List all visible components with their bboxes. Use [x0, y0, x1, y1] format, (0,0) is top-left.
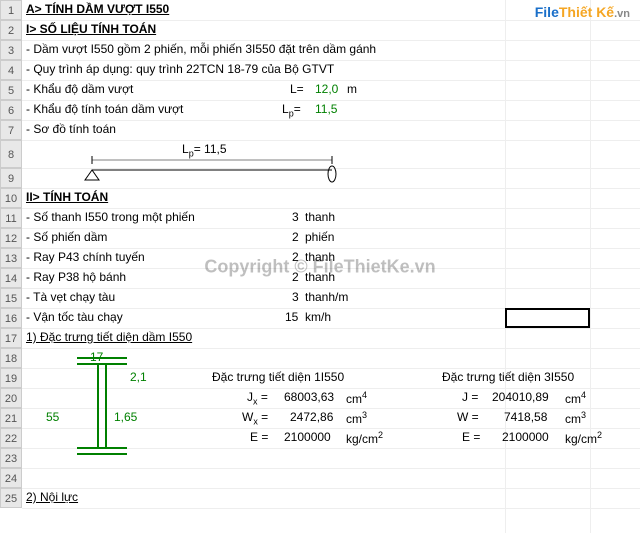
- row-header[interactable]: 15: [0, 288, 22, 308]
- section-i-title: I> SỐ LIỆU TÍNH TOÁN: [26, 22, 156, 36]
- row-header[interactable]: 13: [0, 248, 22, 268]
- section-a-title: A> TÍNH DẦM VƯỢT I550: [26, 2, 169, 16]
- row-header[interactable]: 21: [0, 408, 22, 428]
- unit: m: [347, 82, 357, 96]
- row-header[interactable]: 24: [0, 468, 22, 488]
- text-line: - Khẩu độ tính toán dầm vượt: [26, 102, 183, 116]
- text-line: - Tà vẹt chạy tàu: [26, 290, 115, 304]
- section-ii-title: II> TÍNH TOÁN: [26, 190, 108, 204]
- dim-value: 55: [46, 410, 59, 424]
- unit: kg/cm2: [565, 430, 602, 446]
- label: E =: [250, 430, 268, 444]
- row-header[interactable]: 7: [0, 120, 22, 140]
- unit: thanh/m: [305, 290, 348, 304]
- logo: FileThiết Kế.vn: [535, 4, 630, 20]
- row-header[interactable]: 8: [0, 140, 22, 168]
- row-header[interactable]: 11: [0, 208, 22, 228]
- dim-value: 17: [90, 350, 103, 364]
- text-line: - Số thanh I550 trong một phiến: [26, 210, 195, 224]
- unit: cm3: [346, 410, 367, 426]
- unit: km/h: [305, 310, 331, 324]
- row-header[interactable]: 3: [0, 40, 22, 60]
- label: Jx =: [247, 390, 268, 406]
- row-header[interactable]: 9: [0, 168, 22, 188]
- dim-value: 1,65: [114, 410, 137, 424]
- value: 2: [292, 230, 299, 244]
- row-header[interactable]: 25: [0, 488, 22, 508]
- row-header[interactable]: 17: [0, 328, 22, 348]
- value: 15: [285, 310, 298, 324]
- cell-area[interactable]: H I A> TÍNH DẦM VƯỢT I550 I> SỐ LIỆU TÍN…: [22, 0, 640, 533]
- text-line: - Ray P38 hộ bánh: [26, 270, 126, 284]
- subsection-title: 1) Đặc trưng tiết diện dầm I550: [26, 330, 192, 344]
- value: 2100000: [284, 430, 331, 444]
- unit: cm4: [346, 390, 367, 406]
- text-line: - Sơ đồ tính toán: [26, 122, 116, 136]
- selected-cell[interactable]: [505, 308, 590, 328]
- row-header[interactable]: 23: [0, 448, 22, 468]
- value: 11,5: [315, 102, 337, 116]
- label: J =: [462, 390, 478, 404]
- row-header[interactable]: 5: [0, 80, 22, 100]
- label: Đặc trưng tiết diện 1I550: [212, 370, 344, 384]
- row-header[interactable]: 4: [0, 60, 22, 80]
- row-header[interactable]: 14: [0, 268, 22, 288]
- row-header[interactable]: 6: [0, 100, 22, 120]
- value: 12,0: [315, 82, 338, 96]
- unit: thanh: [305, 250, 335, 264]
- text-line: - Dầm vượt I550 gồm 2 phiến, mỗi phiến 3…: [26, 42, 376, 56]
- value: 2472,86: [290, 410, 333, 424]
- value: 2100000: [502, 430, 549, 444]
- value: 3: [292, 290, 299, 304]
- subsection-title: 2) Nội lực: [26, 490, 78, 504]
- text-line: - Vận tốc tàu chạy: [26, 310, 123, 324]
- label: L=: [290, 82, 304, 96]
- row-header[interactable]: 1: [0, 0, 22, 20]
- text-line: - Ray P43 chính tuyến: [26, 250, 145, 264]
- dim-value: 2,1: [130, 370, 147, 384]
- label: Wx =: [242, 410, 268, 426]
- row-header[interactable]: 20: [0, 388, 22, 408]
- row-header[interactable]: 22: [0, 428, 22, 448]
- row-header[interactable]: 19: [0, 368, 22, 388]
- label: Đặc trưng tiết diện 3I550: [442, 370, 574, 384]
- value: 2: [292, 250, 299, 264]
- text-line: - Khẩu độ dầm vượt: [26, 82, 133, 96]
- ibeam-section: [62, 350, 142, 465]
- value: 204010,89: [492, 390, 549, 404]
- value: 3: [292, 210, 299, 224]
- unit: cm4: [565, 390, 586, 406]
- row-header[interactable]: 16: [0, 308, 22, 328]
- value: 2: [292, 270, 299, 284]
- value: 7418,58: [504, 410, 547, 424]
- unit: cm3: [565, 410, 586, 426]
- unit: kg/cm2: [346, 430, 383, 446]
- label: E =: [462, 430, 480, 444]
- row-header[interactable]: 2: [0, 20, 22, 40]
- spreadsheet: 1 2 3 4 5 6 7 8 9 10 11 12 13 14 15 16 1…: [0, 0, 640, 533]
- value: 68003,63: [284, 390, 334, 404]
- row-header[interactable]: 10: [0, 188, 22, 208]
- unit: thanh: [305, 210, 335, 224]
- label: W =: [457, 410, 479, 424]
- text-line: - Quy trình áp dụng: quy trình 22TCN 18-…: [26, 62, 334, 76]
- label: Lp=: [282, 102, 301, 118]
- unit: phiến: [305, 230, 334, 244]
- text-line: - Số phiến dầm: [26, 230, 107, 244]
- row-header[interactable]: 12: [0, 228, 22, 248]
- unit: thanh: [305, 270, 335, 284]
- diagram-label: Lp= 11,5: [182, 142, 227, 158]
- row-header[interactable]: 18: [0, 348, 22, 368]
